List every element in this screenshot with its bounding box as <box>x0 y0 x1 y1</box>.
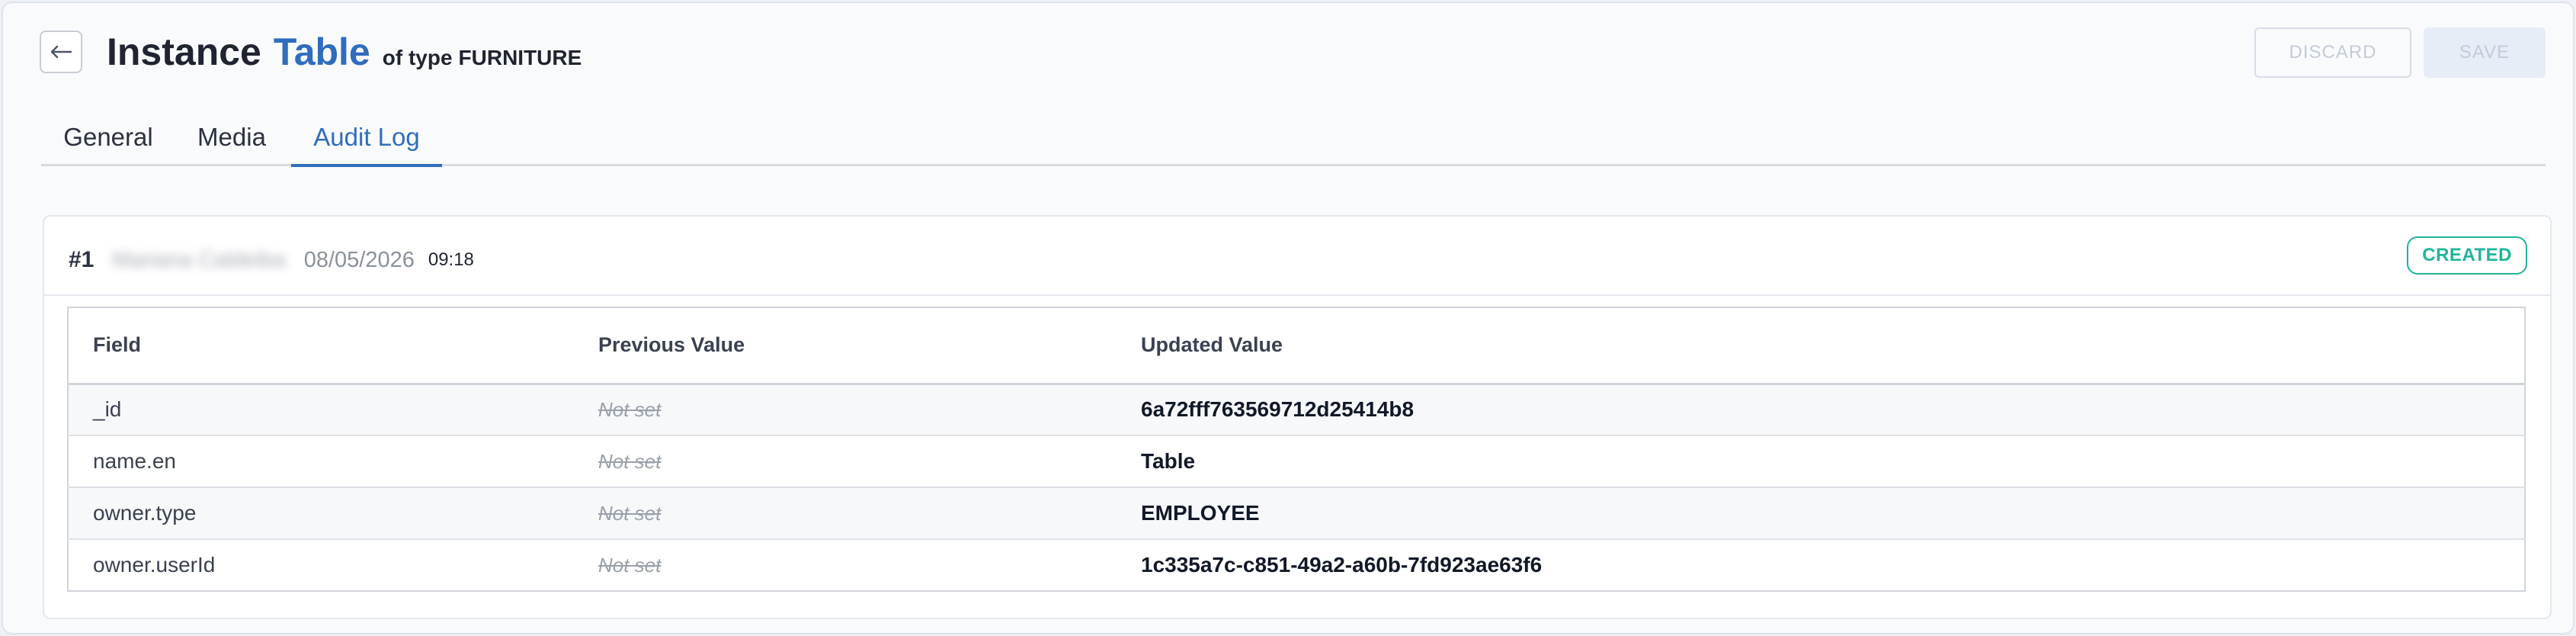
previous-value-cell: Not set <box>574 487 1117 540</box>
updated-value-cell: EMPLOYEE <box>1117 487 2525 540</box>
page-frame: Instance Table of type FURNITURE DISCARD… <box>2 2 2574 634</box>
back-button[interactable] <box>40 31 82 73</box>
tab-media[interactable]: Media <box>195 110 268 165</box>
column-header-previous: Previous Value <box>574 307 1117 385</box>
discard-button[interactable]: DISCARD <box>2254 27 2411 78</box>
instance-name: Table <box>273 31 370 73</box>
page-header: Instance Table of type FURNITURE DISCARD… <box>40 27 2546 78</box>
entry-date: 08/05/2026 <box>303 247 415 272</box>
arrow-left-icon <box>50 45 72 59</box>
previous-value-cell: Not set <box>598 553 662 577</box>
table-header-row: Field Previous Value Updated Value <box>68 307 2525 385</box>
tab-general[interactable]: General <box>63 110 152 165</box>
table-row: _id Not set 6a72fff763569712d25414b8 <box>68 384 2525 436</box>
updated-value-cell: 6a72fff763569712d25414b8 <box>1117 384 2525 436</box>
field-cell: owner.type <box>68 487 574 540</box>
updated-value-cell: Table <box>1117 435 2525 488</box>
field-cell: _id <box>68 384 574 436</box>
instance-type: FURNITURE <box>458 46 582 69</box>
table-row: name.en Not set Table <box>68 435 2525 488</box>
previous-value-cell: Not set <box>574 435 1117 488</box>
table-row: owner.type Not set EMPLOYEE <box>68 487 2525 540</box>
tab-bar: General Media Audit Log <box>41 110 2546 167</box>
audit-entry-header: #1 Mariana Caldeiba 08/05/2026 09:18 <box>69 239 474 281</box>
tab-audit-log[interactable]: Audit Log <box>291 110 442 167</box>
audit-table: Field Previous Value Updated Value _id N… <box>67 307 2526 592</box>
entry-time: 09:18 <box>428 249 474 270</box>
status-badge: CREATED <box>2407 236 2527 275</box>
audit-entry-card: #1 Mariana Caldeiba 08/05/2026 09:18 CRE… <box>43 215 2552 619</box>
entry-user: Mariana Caldeiba <box>112 247 286 272</box>
table-row: owner.userId Not set 1c335a7c-c851-49a2-… <box>68 539 2525 591</box>
save-button[interactable]: SAVE <box>2424 27 2546 78</box>
column-header-updated: Updated Value <box>1117 307 2525 385</box>
entry-number: #1 <box>69 247 95 272</box>
column-header-field: Field <box>68 307 574 385</box>
page-title: Instance Table of type FURNITURE <box>107 27 582 76</box>
divider <box>44 294 2550 296</box>
previous-value-cell: Not set <box>574 384 1117 436</box>
title-prefix: Instance <box>107 31 261 73</box>
field-cell: owner.userId <box>93 553 216 577</box>
type-of-label: of type <box>382 46 453 69</box>
field-cell: name.en <box>68 435 574 488</box>
updated-value-cell: 1c335a7c-c851-49a2-a60b-7fd923ae63f6 <box>1141 553 1543 577</box>
